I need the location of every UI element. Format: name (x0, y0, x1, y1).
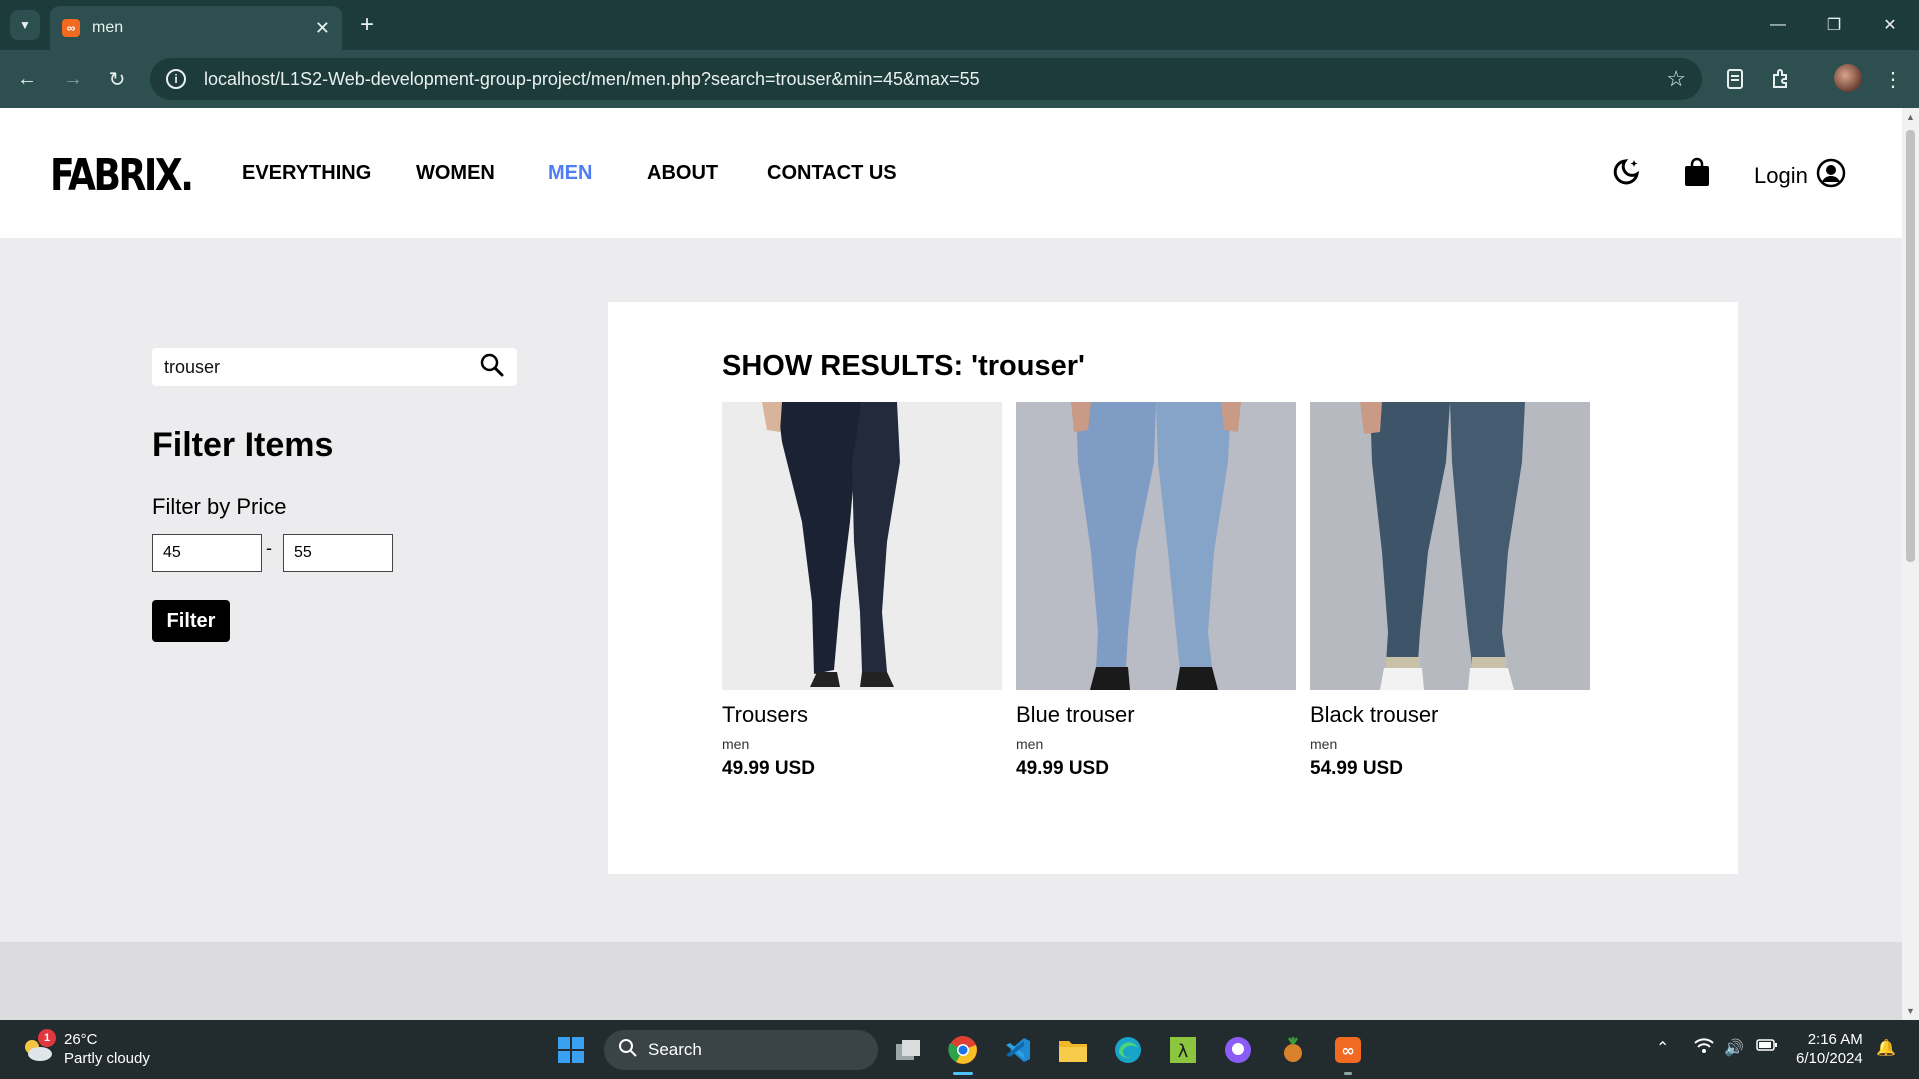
product-name[interactable]: Black trouser (1310, 702, 1590, 728)
price-range-separator: - (266, 538, 272, 558)
results-heading: SHOW RESULTS: 'trouser' (722, 350, 1085, 382)
windows-taskbar: 1 26°C Partly cloudy Search λ ∞ ⌃ 🔊 2:16… (0, 1020, 1919, 1079)
scroll-down-arrow-icon[interactable]: ▼ (1906, 1006, 1915, 1016)
close-window-icon[interactable]: ✕ (1870, 10, 1910, 40)
product-price: 49.99 USD (722, 758, 815, 779)
page-viewport: FABRIX. EVERYTHING WOMEN MEN ABOUT CONTA… (0, 108, 1902, 1020)
minimize-window-icon[interactable]: — (1758, 10, 1798, 40)
search-icon[interactable] (479, 352, 505, 383)
clock-date: 6/10/2024 (1796, 1050, 1863, 1067)
nav-contact-us[interactable]: CONTACT US (767, 162, 897, 185)
tab-close-icon[interactable]: ✕ (315, 18, 330, 39)
product-category: men (1016, 736, 1044, 752)
nav-men[interactable]: MEN (548, 162, 592, 185)
reload-icon[interactable]: ↻ (100, 62, 134, 96)
filter-items-heading: Filter Items (152, 426, 334, 464)
product-image-dark-trousers[interactable] (722, 402, 1002, 690)
xampp-favicon-icon: ∞ (62, 19, 80, 37)
app-icon-fruit[interactable] (1275, 1032, 1311, 1068)
product-category: men (1310, 736, 1338, 752)
taskbar-search-label: Search (648, 1040, 702, 1059)
browser-tab-active[interactable]: ∞ men ✕ (50, 6, 342, 50)
product-search-box (152, 348, 517, 386)
product-name[interactable]: Blue trouser (1016, 702, 1296, 728)
address-bar-url[interactable]: localhost/L1S2-Web-development-group-pro… (204, 69, 1666, 90)
task-view-icon[interactable] (890, 1032, 926, 1068)
product-card[interactable]: Black trouser men 54.99 USD (1310, 402, 1590, 780)
page-footer (0, 942, 1902, 1020)
search-input[interactable] (164, 356, 479, 378)
taskbar-clock[interactable]: 2:16 AM 6/10/2024 (1796, 1030, 1863, 1068)
tab-title: men (92, 19, 124, 36)
taskbar-search-box[interactable]: Search (604, 1030, 878, 1070)
new-tab-plus-icon[interactable]: + (352, 10, 382, 40)
page-scrollbar[interactable]: ▲ ▼ (1902, 108, 1919, 1020)
tab-search-dropdown-icon[interactable]: ▼ (10, 10, 40, 40)
scroll-up-arrow-icon[interactable]: ▲ (1906, 112, 1915, 122)
login-label: Login (1754, 162, 1808, 188)
tray-overflow-chevron-icon[interactable]: ⌃ (1656, 1038, 1669, 1058)
browser-tab-strip: ▼ ∞ men ✕ + — ❐ ✕ (0, 0, 1919, 50)
weather-alert-badge: 1 (38, 1029, 56, 1047)
browser-menu-icon[interactable]: ⋮ (1876, 62, 1910, 96)
xampp-running-indicator (1344, 1072, 1352, 1075)
file-explorer-icon[interactable] (1055, 1032, 1091, 1068)
lambda-app-icon[interactable]: λ (1165, 1032, 1201, 1068)
taskbar-search-icon (618, 1038, 638, 1063)
fabrix-logo[interactable]: FABRIX. (50, 150, 194, 201)
profile-avatar[interactable] (1834, 64, 1862, 92)
volume-icon[interactable]: 🔊 (1724, 1038, 1744, 1058)
nav-women[interactable]: WOMEN (416, 162, 495, 185)
github-desktop-icon[interactable] (1220, 1032, 1256, 1068)
clock-time: 2:16 AM (1807, 1031, 1863, 1048)
partly-cloudy-weather-icon: 1 (22, 1029, 56, 1063)
wifi-icon[interactable] (1694, 1038, 1714, 1059)
bookmark-star-icon[interactable]: ☆ (1666, 66, 1686, 92)
reading-list-icon[interactable] (1718, 62, 1752, 96)
chrome-app-icon[interactable] (945, 1032, 981, 1068)
results-panel: SHOW RESULTS: 'trouser' Trousers men 49.… (608, 302, 1738, 874)
weather-temperature: 26°C (64, 1031, 98, 1048)
shopping-bag-icon[interactable] (1681, 156, 1713, 188)
windows-start-icon[interactable] (553, 1032, 589, 1068)
back-arrow-icon[interactable]: ← (10, 62, 44, 96)
restore-window-icon[interactable]: ❐ (1814, 10, 1854, 40)
edge-app-icon[interactable] (1110, 1032, 1146, 1068)
notification-bell-icon[interactable]: 🔔 (1876, 1038, 1896, 1058)
product-price: 54.99 USD (1310, 758, 1403, 779)
product-name[interactable]: Trousers (722, 702, 1002, 728)
product-image-blue-trouser[interactable] (1016, 402, 1296, 690)
max-price-input[interactable] (283, 534, 393, 572)
weather-description: Partly cloudy (64, 1050, 150, 1067)
product-card[interactable]: Trousers men 49.99 USD (722, 402, 1002, 780)
filter-button[interactable]: Filter (152, 600, 230, 642)
min-price-input[interactable] (152, 534, 262, 572)
xampp-app-icon[interactable]: ∞ (1330, 1032, 1366, 1068)
login-link[interactable]: Login (1754, 158, 1846, 193)
svg-text:λ: λ (1178, 1041, 1189, 1062)
svg-text:∞: ∞ (1341, 1041, 1354, 1060)
extensions-puzzle-icon[interactable] (1764, 62, 1798, 96)
weather-widget[interactable]: 1 26°C Partly cloudy (22, 1029, 150, 1068)
site-info-icon[interactable]: i (166, 69, 186, 89)
site-header: FABRIX. EVERYTHING WOMEN MEN ABOUT CONTA… (0, 108, 1902, 238)
forward-arrow-icon[interactable]: → (56, 62, 90, 96)
nav-about[interactable]: ABOUT (647, 162, 718, 185)
dark-mode-moon-icon[interactable] (1610, 156, 1642, 188)
chrome-active-indicator (953, 1072, 973, 1075)
vscode-app-icon[interactable] (1000, 1032, 1036, 1068)
product-price: 49.99 USD (1016, 758, 1109, 779)
address-bar[interactable]: i localhost/L1S2-Web-development-group-p… (150, 58, 1702, 100)
browser-toolbar: ← → ↻ i localhost/L1S2-Web-development-g… (0, 50, 1919, 108)
user-circle-icon (1816, 158, 1846, 193)
product-category: men (722, 736, 750, 752)
scrollbar-thumb[interactable] (1906, 130, 1915, 562)
nav-everything[interactable]: EVERYTHING (242, 162, 371, 185)
product-card[interactable]: Blue trouser men 49.99 USD (1016, 402, 1296, 780)
product-image-black-trouser[interactable] (1310, 402, 1590, 690)
battery-icon[interactable] (1756, 1038, 1778, 1057)
filter-by-price-label: Filter by Price (152, 494, 287, 519)
